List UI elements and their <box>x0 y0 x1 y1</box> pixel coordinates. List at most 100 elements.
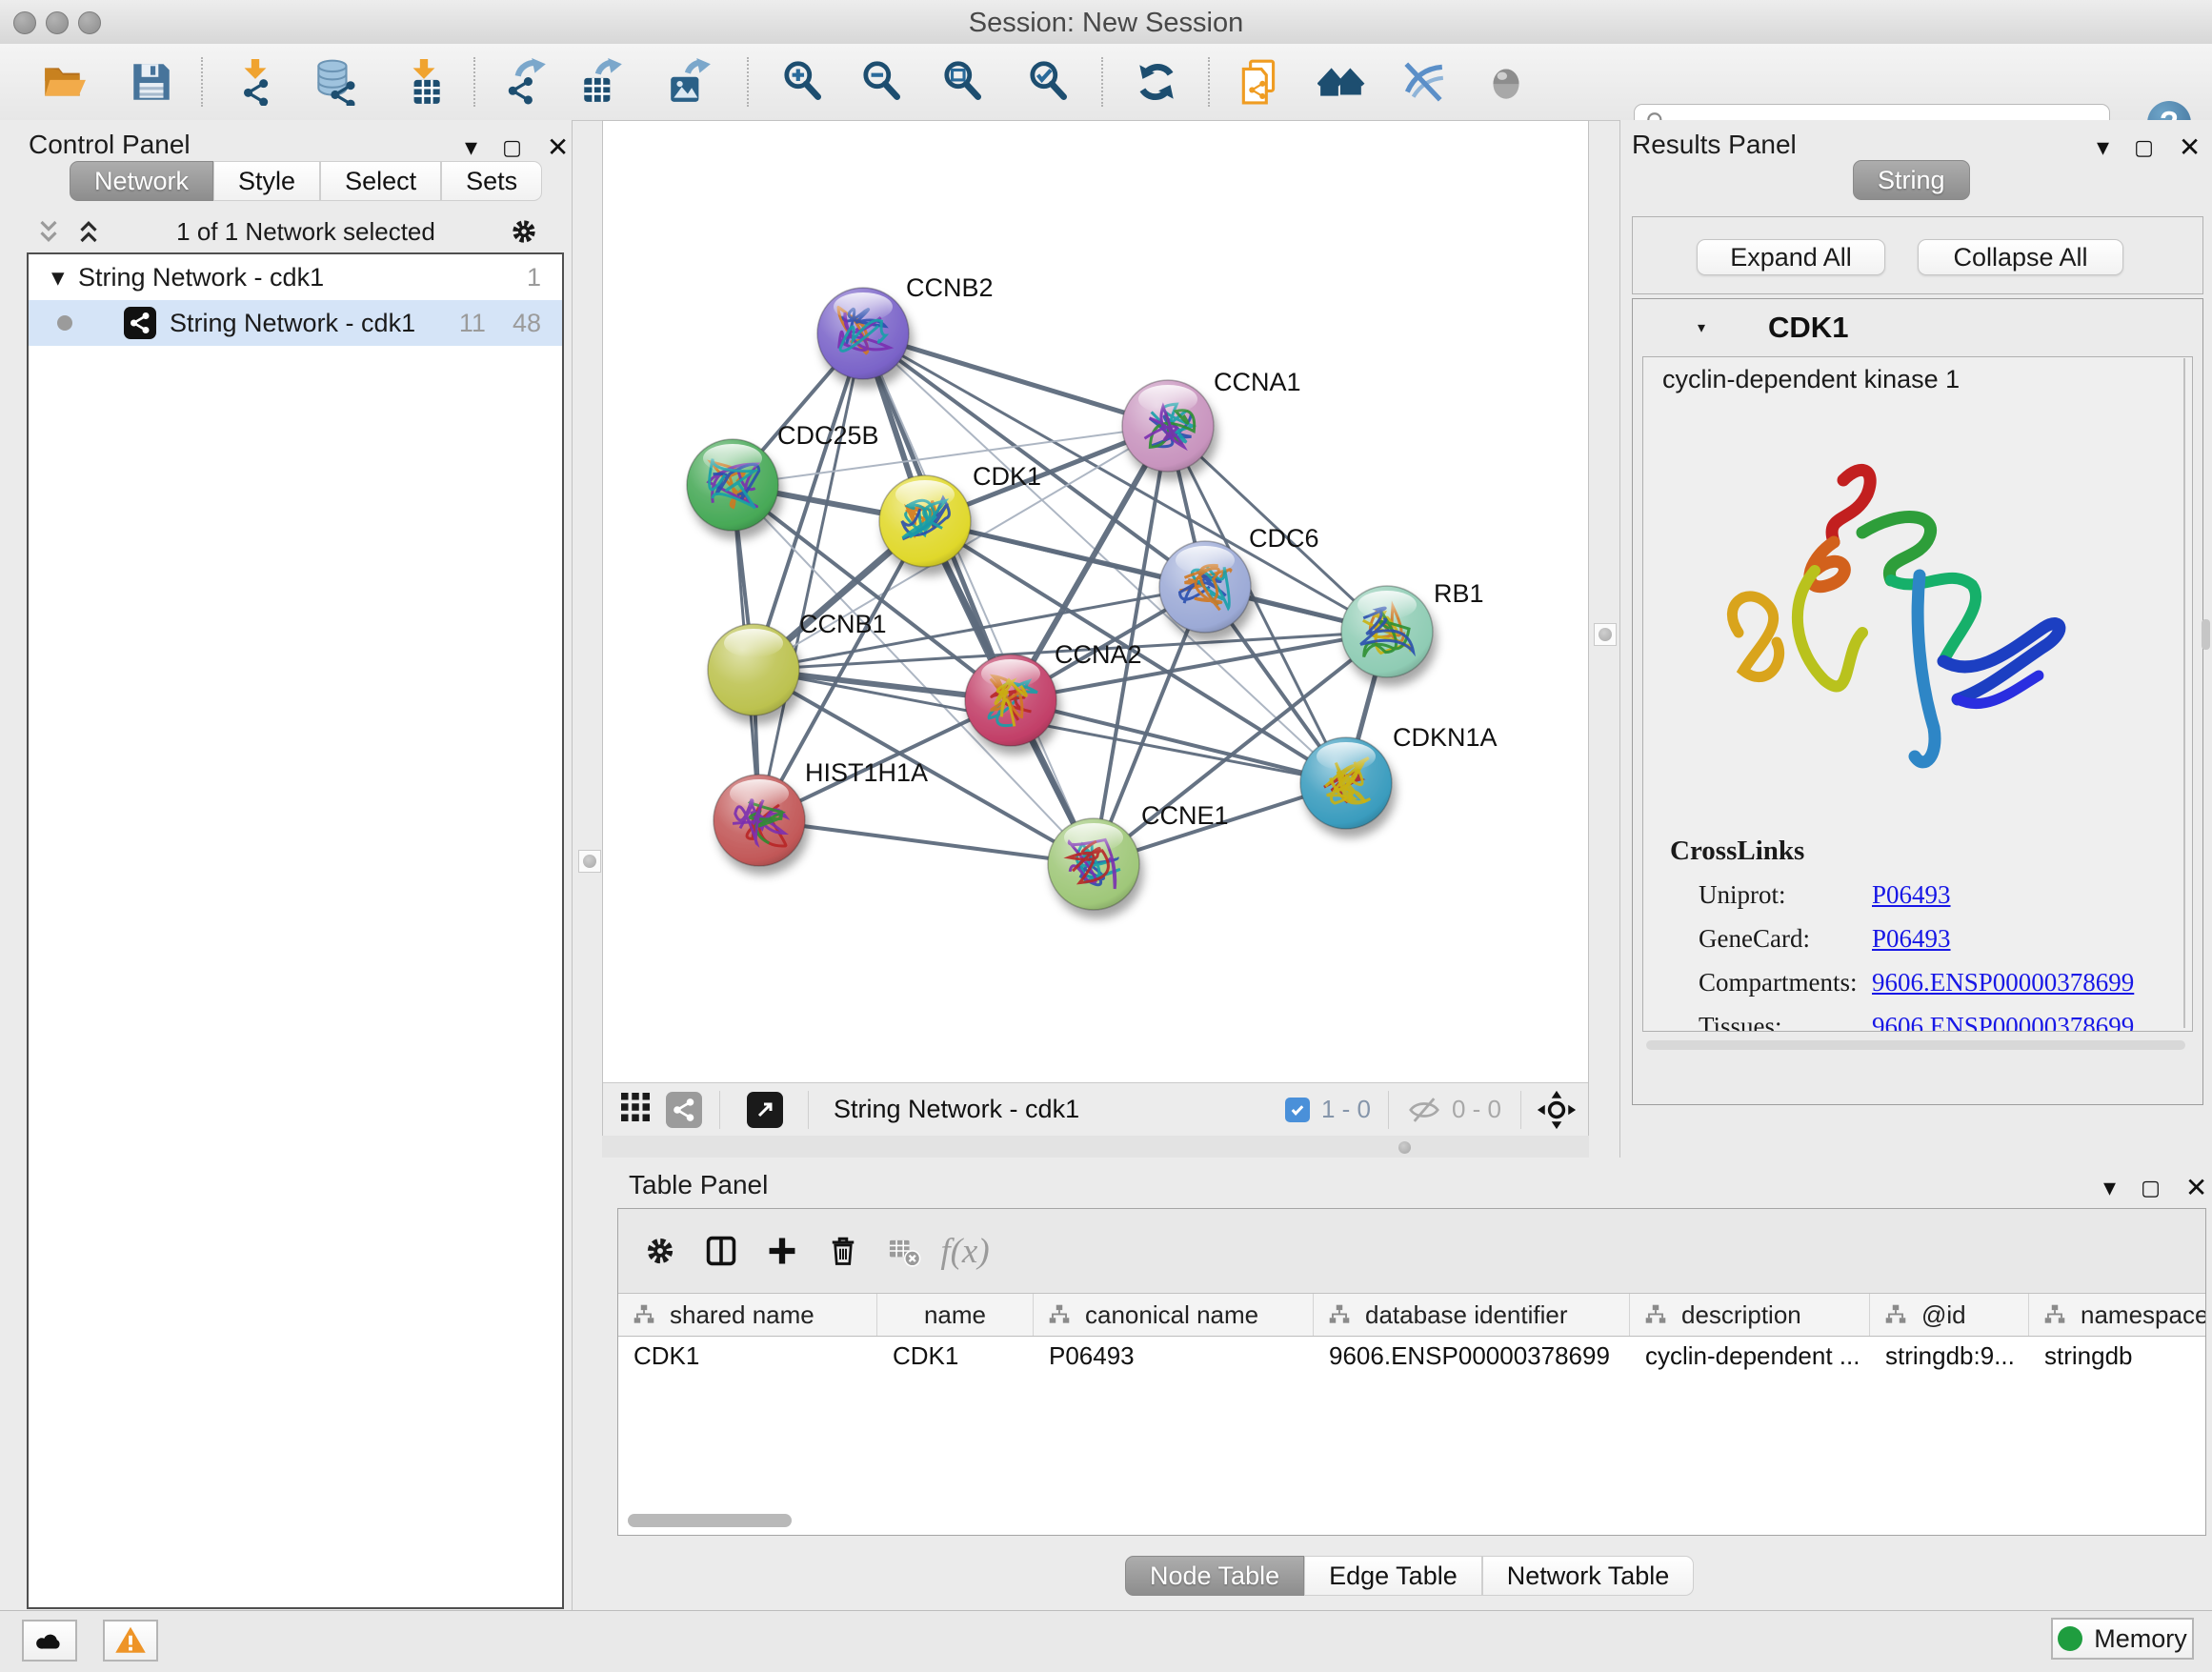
control-panel-undock-button[interactable]: ▢ <box>502 135 522 160</box>
left-splitter-handle[interactable] <box>578 850 601 873</box>
crosslink-link[interactable]: 9606.ENSP00000378699 <box>1872 1012 2134 1033</box>
import-network-database-button[interactable] <box>308 55 361 109</box>
table-row[interactable]: CDK1CDK1P064939606.ENSP00000378699cyclin… <box>618 1336 2205 1376</box>
results-panel-undock-button[interactable]: ▢ <box>2134 135 2154 160</box>
import-table-button[interactable] <box>397 55 451 109</box>
zoom-in-button[interactable] <box>776 55 830 109</box>
column-header-description[interactable]: description <box>1630 1294 1870 1336</box>
string-settings-button[interactable] <box>1397 55 1450 109</box>
show-results-panel-button[interactable] <box>1479 55 1533 109</box>
table-cell[interactable]: 9606.ENSP00000378699 <box>1314 1336 1630 1376</box>
show-columns-button[interactable] <box>691 1222 752 1279</box>
detach-view-button[interactable] <box>747 1092 783 1128</box>
memory-button[interactable]: Memory <box>2051 1618 2194 1660</box>
network-node-CCNE1[interactable] <box>1048 818 1139 910</box>
results-hscrollbar[interactable] <box>1646 1040 2185 1050</box>
table-cell[interactable]: CDK1 <box>618 1336 877 1376</box>
gene-section-header[interactable]: ▾ CDK1 <box>1633 299 2202 356</box>
control-panel-float-button[interactable]: ▾ <box>465 132 477 162</box>
network-node-HIST1H1A[interactable] <box>714 775 805 866</box>
network-overview-button[interactable] <box>666 1092 702 1128</box>
column-header-database-identifier[interactable]: database identifier <box>1314 1294 1630 1336</box>
results-edge-scroll-handle[interactable] <box>2202 619 2210 650</box>
export-network-button[interactable] <box>499 55 553 109</box>
network-edge[interactable] <box>863 333 1168 426</box>
table-cell[interactable]: cyclin-dependent ... <box>1630 1336 1870 1376</box>
results-inner-scrollbar[interactable] <box>2183 358 2185 1028</box>
table-panel-float-button[interactable]: ▾ <box>2103 1173 2116 1202</box>
table-cell[interactable]: stringdb:9... <box>1870 1336 2029 1376</box>
delete-column-button[interactable] <box>813 1222 874 1279</box>
tab-node-table[interactable]: Node Table <box>1125 1556 1304 1596</box>
table-cell[interactable]: P06493 <box>1034 1336 1314 1376</box>
zoom-out-button[interactable] <box>855 55 909 109</box>
warning-status-button[interactable] <box>103 1620 158 1662</box>
zoom-selected-button[interactable] <box>1022 55 1076 109</box>
expand-all-chevron-icon[interactable] <box>74 217 103 246</box>
crosslink-link[interactable]: 9606.ENSP00000378699 <box>1872 968 2134 997</box>
delete-table-button[interactable] <box>874 1222 935 1279</box>
network-node-CDC6[interactable] <box>1159 541 1251 633</box>
results-panel-float-button[interactable]: ▾ <box>2097 132 2109 162</box>
network-node-CDKN1A[interactable] <box>1300 737 1392 829</box>
control-panel-close-button[interactable]: ✕ <box>547 131 569 163</box>
hidden-eye-slash-icon[interactable] <box>1406 1092 1442 1128</box>
crosslink-link[interactable]: P06493 <box>1872 880 1951 910</box>
column-header-@id[interactable]: @id <box>1870 1294 2029 1336</box>
network-node-CCNA2[interactable] <box>965 655 1056 746</box>
network-collection-row[interactable]: ▾ String Network - cdk1 1 <box>29 254 562 300</box>
table-hscrollbar-handle[interactable] <box>628 1514 792 1527</box>
tab-string[interactable]: String <box>1853 160 1970 200</box>
tab-network[interactable]: Network <box>70 161 213 201</box>
network-row-selected[interactable]: String Network - cdk1 11 48 <box>29 300 562 346</box>
string-home-button[interactable] <box>1315 55 1368 109</box>
zoom-fit-button[interactable] <box>936 55 990 109</box>
export-table-button[interactable] <box>575 55 629 109</box>
tab-edge-table[interactable]: Edge Table <box>1304 1556 1482 1596</box>
table-settings-button[interactable] <box>630 1222 691 1279</box>
table-cell[interactable]: CDK1 <box>877 1336 1034 1376</box>
cloud-status-button[interactable] <box>22 1620 77 1662</box>
right-splitter-handle[interactable] <box>1594 623 1617 646</box>
network-node-CDC25B[interactable] <box>687 439 778 531</box>
table-panel-close-button[interactable]: ✕ <box>2185 1172 2207 1203</box>
export-image-button[interactable] <box>663 55 716 109</box>
network-node-CCNB1[interactable] <box>708 624 799 715</box>
collection-expander-icon[interactable]: ▾ <box>51 263 78 292</box>
table-cell[interactable]: stringdb <box>2029 1336 2205 1376</box>
create-column-button[interactable] <box>752 1222 813 1279</box>
network-node-CCNB2[interactable] <box>817 288 909 379</box>
selected-checkbox-icon[interactable] <box>1285 1098 1310 1122</box>
column-header-namespace[interactable]: namespace <box>2029 1294 2205 1336</box>
gene-expander-icon[interactable]: ▾ <box>1698 318 1705 337</box>
collapse-all-chevron-icon[interactable] <box>34 217 63 246</box>
string-protein-query-button[interactable] <box>1233 55 1286 109</box>
crosslink-link[interactable]: P06493 <box>1872 924 1951 954</box>
network-node-CDK1[interactable] <box>879 475 971 567</box>
tab-network-table[interactable]: Network Table <box>1482 1556 1695 1596</box>
network-node-RB1[interactable] <box>1341 586 1433 677</box>
network-options-gear-icon[interactable] <box>509 216 539 247</box>
expand-all-button[interactable]: Expand All <box>1697 239 1885 275</box>
save-session-button[interactable] <box>125 55 178 109</box>
network-edge[interactable] <box>759 333 863 820</box>
network-node-CCNA1[interactable] <box>1122 380 1214 472</box>
function-builder-button[interactable]: f(x) <box>935 1222 995 1279</box>
column-header-name[interactable]: name <box>877 1294 1034 1336</box>
table-panel-undock-button[interactable]: ▢ <box>2141 1176 2161 1200</box>
tab-style[interactable]: Style <box>213 161 320 201</box>
network-canvas[interactable]: CCNB2CCNA1CDC25BCDK1CDC6RB1CCNB1CCNA2CDK… <box>603 121 1588 1081</box>
horizontal-splitter-handle[interactable] <box>1398 1141 1411 1154</box>
tab-select[interactable]: Select <box>320 161 441 201</box>
column-header-shared-name[interactable]: shared name <box>618 1294 877 1336</box>
import-network-file-button[interactable] <box>229 55 282 109</box>
fit-selected-crosshair-icon[interactable] <box>1537 1090 1577 1130</box>
column-header-canonical-name[interactable]: canonical name <box>1034 1294 1314 1336</box>
horizontal-splitter[interactable] <box>602 1136 1589 1158</box>
birdseye-toggle-button[interactable] <box>618 1090 653 1129</box>
open-session-button[interactable] <box>37 55 90 109</box>
update-network-button[interactable] <box>1130 55 1183 109</box>
network-edge[interactable] <box>759 820 1094 864</box>
results-panel-close-button[interactable]: ✕ <box>2179 131 2201 163</box>
tab-sets[interactable]: Sets <box>441 161 542 201</box>
